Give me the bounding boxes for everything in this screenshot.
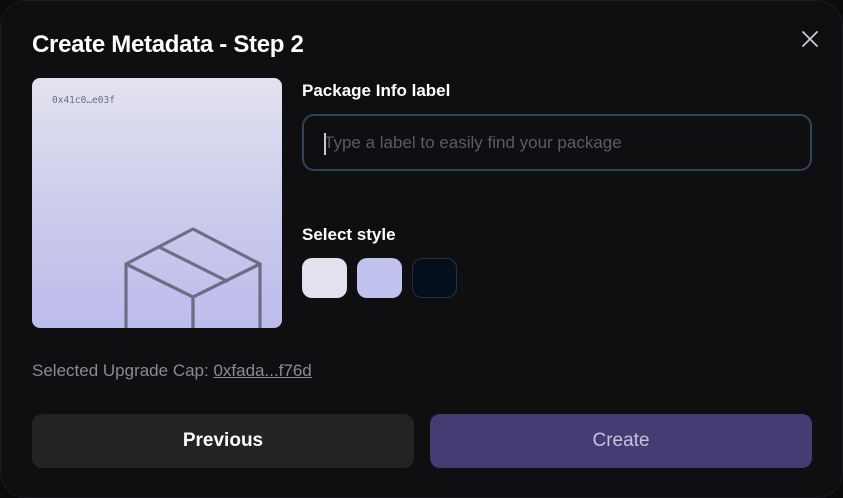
package-info-label: Package Info label <box>302 81 451 100</box>
close-button[interactable] <box>797 26 823 52</box>
metadata-preview-card: 0x41c0…e03f <box>32 78 282 328</box>
style-swatch-dark[interactable] <box>412 258 457 298</box>
package-box-icon <box>124 227 262 328</box>
create-metadata-dialog: Create Metadata - Step 2 0x41c0…e03f Pac… <box>0 0 843 498</box>
upgrade-cap-label: Selected Upgrade Cap: <box>32 361 209 380</box>
previous-button[interactable]: Previous <box>32 414 414 468</box>
create-button[interactable]: Create <box>430 414 812 468</box>
preview-object-id: 0x41c0…e03f <box>52 95 115 106</box>
selected-upgrade-cap: Selected Upgrade Cap: 0xfada...f76d <box>32 361 312 381</box>
package-label-input[interactable] <box>324 116 794 169</box>
upgrade-cap-link[interactable]: 0xfada...f76d <box>213 361 311 380</box>
select-style-label: Select style <box>302 225 396 244</box>
text-caret <box>324 133 326 155</box>
close-icon[interactable] <box>797 26 823 52</box>
style-swatch-light[interactable] <box>302 258 347 298</box>
style-swatch-lavender[interactable] <box>357 258 402 298</box>
dialog-title: Create Metadata - Step 2 <box>32 31 304 58</box>
package-label-field[interactable] <box>302 114 812 171</box>
